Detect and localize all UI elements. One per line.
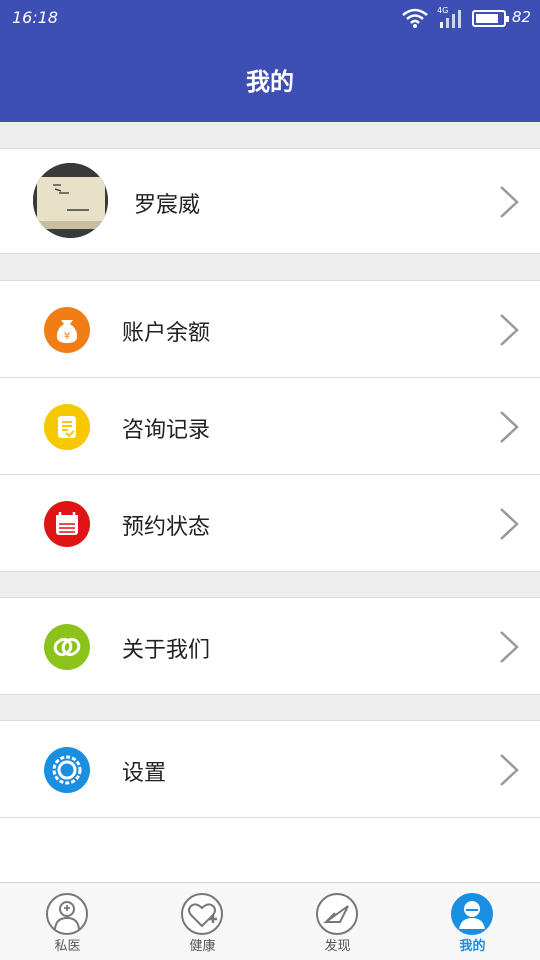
record-icon <box>44 404 90 450</box>
status-time: 16:18 <box>12 8 59 27</box>
menu-label-about-us: 关于我们 <box>122 638 211 663</box>
wifi-icon <box>402 8 428 28</box>
discover-icon <box>316 893 358 935</box>
tab-discover[interactable]: 发现 <box>270 883 405 960</box>
chevron-right-icon <box>500 186 519 218</box>
tab-label: 我的 <box>459 939 486 954</box>
avatar <box>33 163 108 238</box>
app-header: 我的 <box>0 36 540 122</box>
battery-percent: 82 <box>512 8 532 26</box>
bottom-tab-bar: 私医 健康 发现 我的 <box>0 882 540 960</box>
tab-label: 健康 <box>189 939 216 954</box>
status-bar: 16:18 4G 82 <box>0 0 540 36</box>
calendar-icon <box>44 501 90 547</box>
gear-icon <box>44 747 90 793</box>
tab-label: 发现 <box>324 939 351 954</box>
menu-item-about-us[interactable]: 关于我们 <box>0 597 540 695</box>
money-bag-icon: ¥ <box>44 307 90 353</box>
menu-label-consult-records: 咨询记录 <box>122 418 211 443</box>
tab-mine[interactable]: 我的 <box>405 883 540 960</box>
content-blank-area <box>0 818 540 882</box>
heart-plus-icon <box>181 893 223 935</box>
page-title: 我的 <box>246 68 294 96</box>
signal-icon <box>440 10 461 28</box>
menu-label-balance: 账户余额 <box>122 321 211 346</box>
svg-text:¥: ¥ <box>64 331 70 342</box>
doctor-icon <box>46 893 88 935</box>
menu-label-appointment-status: 预约状态 <box>122 515 211 540</box>
menu-label-settings: 设置 <box>122 761 167 786</box>
tab-private-doctor[interactable]: 私医 <box>0 883 135 960</box>
battery-icon <box>472 10 509 27</box>
chevron-right-icon <box>500 754 519 786</box>
menu-item-settings[interactable]: 设置 <box>0 720 540 818</box>
chevron-right-icon <box>500 631 519 663</box>
user-icon <box>451 893 493 935</box>
profile-name: 罗宸威 <box>134 193 201 218</box>
menu-item-consult-records[interactable]: 咨询记录 <box>0 377 540 475</box>
tab-health[interactable]: 健康 <box>135 883 270 960</box>
chevron-right-icon <box>500 411 519 443</box>
menu-item-appointment-status[interactable]: 预约状态 <box>0 474 540 572</box>
chevron-right-icon <box>500 314 519 346</box>
profile-row[interactable]: 罗宸威 <box>0 148 540 254</box>
tab-label: 私医 <box>54 939 81 954</box>
chevron-right-icon <box>500 508 519 540</box>
link-icon <box>44 624 90 670</box>
menu-item-balance[interactable]: ¥ 账户余额 <box>0 280 540 378</box>
